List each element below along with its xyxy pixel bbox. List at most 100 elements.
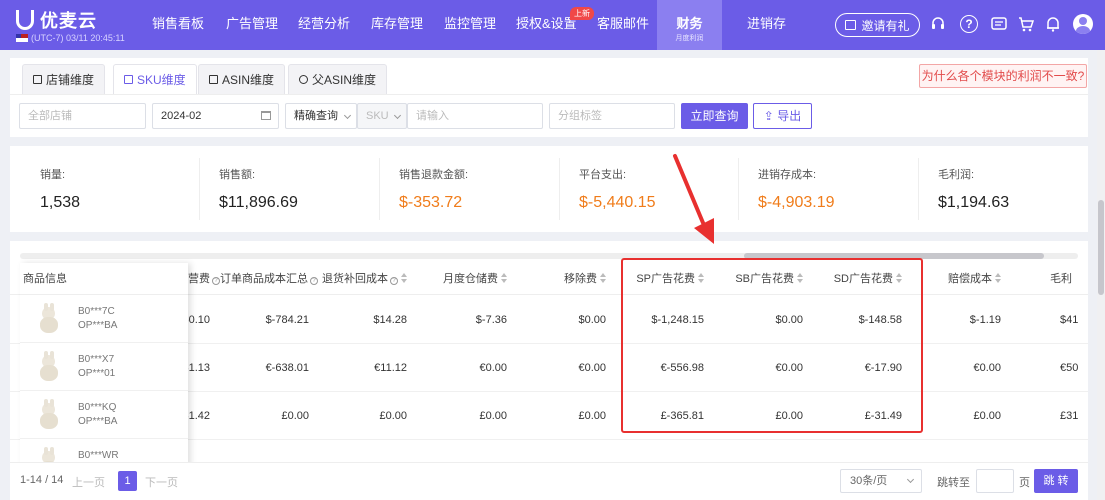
export-button[interactable]: ⇪ 导出 <box>753 103 812 129</box>
next-page-button[interactable]: 下一页 <box>145 474 178 490</box>
tab-asin-label: ASIN维度 <box>222 72 275 87</box>
field-select[interactable]: SKU <box>357 103 407 129</box>
th-label: 移除费 <box>564 273 597 285</box>
th-order-cost[interactable]: 订单商品成本汇总? <box>220 263 318 295</box>
product-thumbnail[interactable] <box>36 399 62 431</box>
goto-page-input[interactable] <box>976 469 1014 493</box>
nav-monitor[interactable]: 监控管理 <box>444 0 496 50</box>
goto-label: 跳转至 <box>937 477 970 489</box>
store-icon <box>33 75 42 84</box>
cell: £0.00 <box>281 410 309 422</box>
sku-code[interactable]: B0***7C <box>78 305 117 319</box>
cell: €0.00 <box>578 362 606 374</box>
filter-bar: 全部店铺 2024-02 精确查询 SKU 请输入 分组标签 立即查询 ⇪ 导出 <box>10 94 1088 137</box>
chevron-down-icon <box>343 111 352 120</box>
match-mode-select[interactable]: 精确查询 <box>285 103 357 129</box>
product-cell[interactable]: B0***X7 OP***01 <box>20 343 188 391</box>
chart-icon <box>124 75 133 84</box>
stat-value: $-353.72 <box>399 194 463 211</box>
tab-asin[interactable]: ASIN维度 <box>198 64 286 94</box>
user-avatar[interactable] <box>1073 14 1093 34</box>
divider <box>738 158 739 220</box>
gift-icon <box>845 20 857 30</box>
product-cell[interactable]: B0***7C OP***BA <box>20 295 188 343</box>
vertical-scrollbar[interactable] <box>1097 50 1105 500</box>
stat-value: $1,194.63 <box>938 194 1010 211</box>
ad-spend-highlight-box <box>621 258 923 433</box>
op-code: OP***01 <box>78 368 116 379</box>
stat-label: 销售退款金额: <box>399 169 469 181</box>
keyword-input[interactable]: 请输入 <box>407 103 543 129</box>
th-label: 赔偿成本 <box>948 273 992 285</box>
tab-parent-asin[interactable]: 父ASIN维度 <box>288 64 388 94</box>
stat-label: 进销存成本: <box>758 169 817 181</box>
nav-ads[interactable]: 广告管理 <box>226 0 278 50</box>
chevron-down-icon <box>393 111 402 120</box>
calendar-icon <box>261 111 271 120</box>
tab-sku[interactable]: SKU维度 <box>113 64 197 94</box>
th-product-info: 商品信息 <box>20 263 188 295</box>
month-picker[interactable]: 2024-02 <box>152 103 279 129</box>
bell-icon[interactable] <box>1044 15 1062 33</box>
top-nav: 优麦云 (UTC-7) 03/11 20:45:11 销售看板 广告管理 经营分… <box>0 0 1105 50</box>
invite-button[interactable]: 邀请有礼 <box>835 13 920 37</box>
prev-page-button[interactable]: 上一页 <box>72 474 105 490</box>
product-ids: B0***7C OP***BA <box>78 305 117 333</box>
product-cell[interactable]: B0***KQ OP***BA <box>20 391 188 439</box>
page-1-button[interactable]: 1 <box>118 471 137 491</box>
nav-analysis[interactable]: 经营分析 <box>298 0 350 50</box>
product-thumbnail[interactable] <box>36 351 62 383</box>
nav-support-mail[interactable]: 客服邮件 <box>597 0 649 50</box>
th-storage-fee[interactable]: 月度仓储费 <box>407 263 507 295</box>
help-icon[interactable]: ? <box>960 15 978 33</box>
goto-button[interactable]: 跳 转 <box>1034 469 1078 493</box>
stat-label: 平台支出: <box>579 169 627 181</box>
nav-sales-board[interactable]: 销售看板 <box>152 0 204 50</box>
info-icon: ? <box>390 277 398 285</box>
th-return-cost[interactable]: 退货补回成本? <box>317 263 407 295</box>
pagination: 1-14 / 14 上一页 1 下一页 30条/页 跳转至 页 跳 转 <box>10 462 1088 500</box>
nav-finance[interactable]: 财务 月度利润 <box>657 0 722 50</box>
sku-code[interactable]: B0***KQ <box>78 401 117 415</box>
cell: $0.00 <box>578 314 606 326</box>
page-size-select[interactable]: 30条/页 <box>840 469 922 493</box>
support-icon[interactable] <box>929 15 947 33</box>
tab-store-label: 店铺维度 <box>46 72 95 87</box>
th-label: 退货补回成本 <box>322 273 388 285</box>
stat-refund: 销售退款金额: $-353.72 <box>379 146 559 232</box>
message-icon[interactable] <box>990 15 1008 33</box>
brand-name: 优麦云 <box>40 11 97 31</box>
cell: €0.00 <box>479 362 507 374</box>
store-select[interactable]: 全部店铺 <box>19 103 146 129</box>
query-button[interactable]: 立即查询 <box>681 103 748 129</box>
group-tag-select[interactable]: 分组标签 <box>549 103 675 129</box>
profit-inconsistency-button[interactable]: 为什么各个模块的利润不一致? <box>919 64 1087 88</box>
sort-icon[interactable] <box>995 273 1001 283</box>
cell: $41 <box>1060 314 1079 326</box>
logo-icon <box>16 10 34 30</box>
th-label: 月度仓储费 <box>443 273 498 285</box>
tab-sku-label: SKU维度 <box>137 72 186 87</box>
match-mode-value: 精确查询 <box>294 110 338 122</box>
th-label: 毛利 <box>1050 273 1072 285</box>
nav-inventory[interactable]: 库存管理 <box>371 0 423 50</box>
nav-purchase-sales[interactable]: 进销存 <box>747 0 786 50</box>
stat-value: 1,538 <box>40 194 81 211</box>
th-label: 订单商品成本汇总 <box>220 273 308 285</box>
scrollbar-thumb[interactable] <box>1098 200 1104 295</box>
annotation-arrow-icon <box>673 154 714 244</box>
sku-code[interactable]: B0***WR <box>78 449 119 463</box>
export-label: 导出 <box>777 109 802 123</box>
tab-store[interactable]: 店铺维度 <box>22 64 106 94</box>
th-removal-fee[interactable]: 移除费 <box>507 263 606 295</box>
sku-code[interactable]: B0***X7 <box>78 353 115 367</box>
divider <box>559 158 560 220</box>
nav-auth-settings[interactable]: 授权&设置 <box>516 0 577 50</box>
product-thumbnail[interactable] <box>36 303 62 335</box>
cart-icon[interactable] <box>1017 15 1035 33</box>
page-unit: 页 <box>1019 477 1030 489</box>
op-code: OP***BA <box>78 320 118 331</box>
stat-gross-profit: 毛利润: $1,194.63 <box>918 146 1088 232</box>
logo[interactable]: 优麦云 <box>16 7 97 33</box>
th-gross-profit[interactable]: 毛利 <box>1050 263 1088 295</box>
